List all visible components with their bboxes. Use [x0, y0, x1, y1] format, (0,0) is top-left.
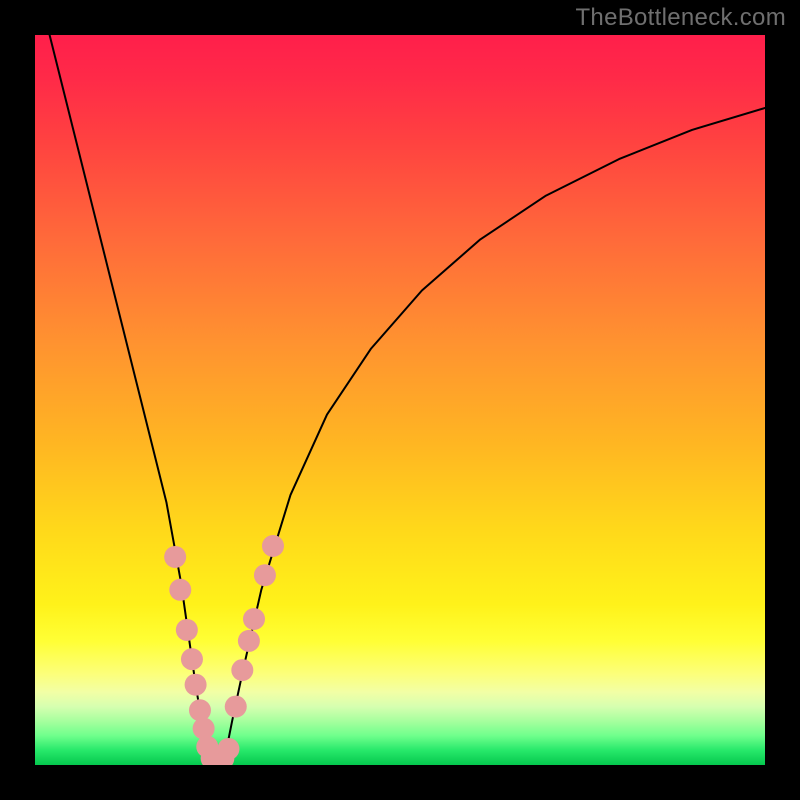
plot-area [35, 35, 765, 765]
left-branch-dots-dot [164, 546, 186, 568]
chart-svg [35, 35, 765, 765]
bottleneck-curve [50, 35, 765, 761]
left-branch-dots-dot [193, 718, 215, 740]
left-branch-dots-dot [189, 699, 211, 721]
data-point-markers [164, 535, 284, 765]
right-branch-dots-dot [225, 696, 247, 718]
right-branch-dots-dot [231, 659, 253, 681]
watermark-text: TheBottleneck.com [575, 4, 786, 32]
bottom-dots-dot [217, 738, 239, 760]
right-branch-dots-dot [238, 630, 260, 652]
right-branch-dots-dot [243, 608, 265, 630]
left-branch-dots-dot [185, 674, 207, 696]
left-branch-dots-dot [169, 579, 191, 601]
left-branch-dots-dot [176, 619, 198, 641]
bottleneck-curve-path [50, 35, 765, 761]
right-branch-dots-dot [254, 564, 276, 586]
left-branch-dots-dot [181, 648, 203, 670]
right-branch-dots-dot [262, 535, 284, 557]
chart-frame: TheBottleneck.com [0, 0, 800, 800]
